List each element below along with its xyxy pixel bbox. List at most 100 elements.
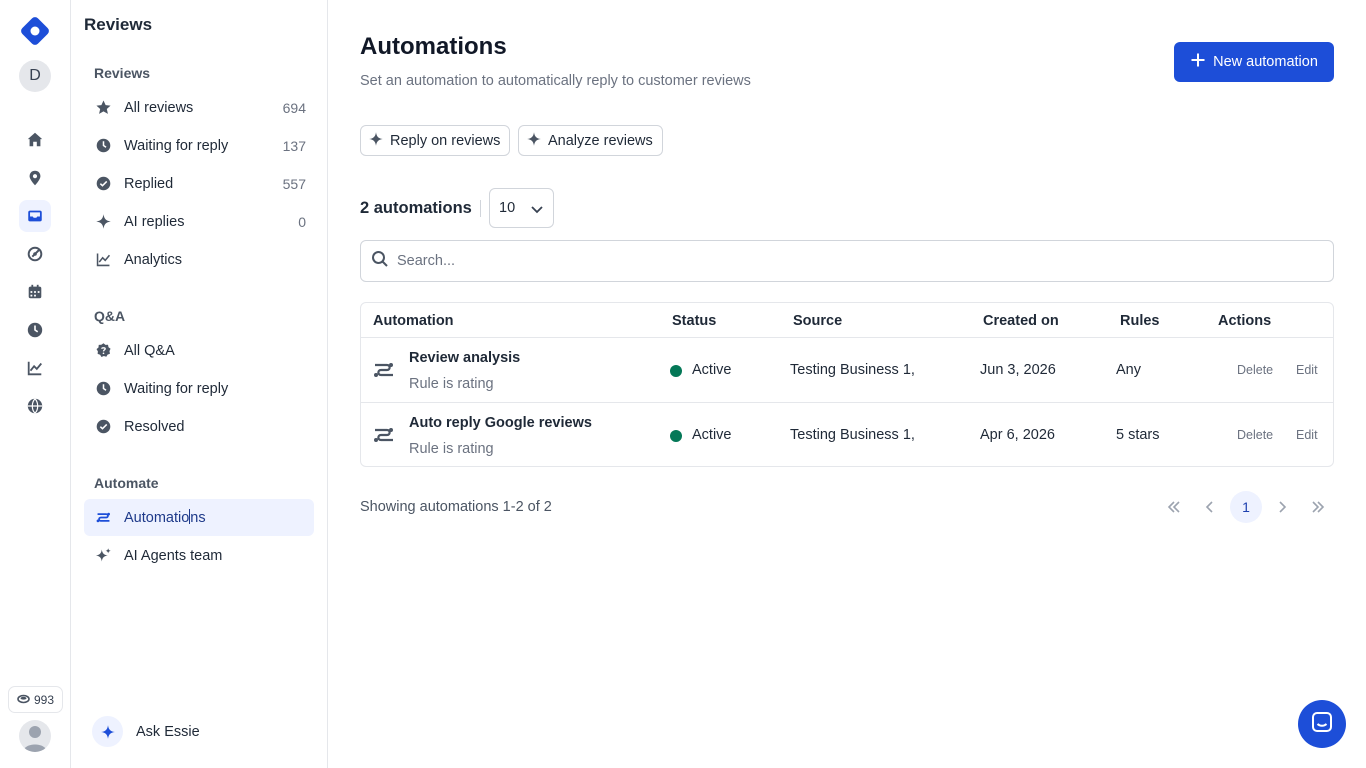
star-icon	[94, 99, 112, 117]
credits-count: 993	[33, 692, 55, 707]
section-qa: Q&A	[94, 308, 126, 324]
delete-button[interactable]: Delete	[1237, 363, 1273, 377]
sidebar-item-all-reviews[interactable]: All reviews 694	[84, 89, 314, 126]
edit-button[interactable]: Edit	[1296, 428, 1318, 442]
column-header: Actions	[1218, 313, 1272, 329]
table-row[interactable]: Auto reply Google reviews Rule is rating…	[361, 402, 1333, 466]
automation-icon	[373, 360, 395, 385]
status-dot	[670, 365, 682, 377]
section-automate: Automate	[94, 475, 159, 491]
calendar-icon[interactable]	[19, 276, 51, 308]
sidebar-item-count: 0	[298, 213, 306, 230]
source-cell: Testing Business 1,	[790, 427, 915, 443]
automation-name[interactable]: Auto reply Google reviews	[409, 415, 592, 431]
globe-icon[interactable]	[19, 390, 51, 422]
search-field[interactable]	[360, 240, 1334, 282]
automation-icon	[373, 425, 395, 450]
sidebar-item-resolved[interactable]: Resolved	[84, 408, 314, 445]
sidebar-item-qa-waiting-for-reply[interactable]: Waiting for reply	[84, 370, 314, 407]
first-page-icon[interactable]	[1158, 491, 1190, 523]
sidebar-item-count: 557	[282, 175, 306, 192]
page-title: Automations	[360, 33, 507, 60]
app-logo-icon[interactable]	[18, 14, 52, 48]
pagination-summary: Showing automations 1-2 of 2	[360, 499, 552, 515]
sidebar-item-replied[interactable]: Replied 557	[84, 165, 314, 202]
previous-page-icon[interactable]	[1194, 491, 1226, 523]
sidebar-item-label: All Q&A	[124, 342, 175, 359]
plus-icon	[1190, 52, 1206, 72]
search-icon	[371, 250, 389, 273]
automation-count: 2 automations	[360, 199, 472, 217]
ask-essie-label: Ask Essie	[136, 723, 200, 740]
credits-icon	[17, 693, 30, 707]
chip-label: Analyze reviews	[548, 132, 653, 149]
chevron-down-icon	[531, 206, 543, 214]
sparkle-icon	[94, 213, 112, 231]
automation-icon	[94, 509, 112, 527]
analyze-reviews-chip[interactable]: Analyze reviews	[518, 125, 663, 156]
table-header: Automation Status Source Created on Rule…	[361, 303, 1333, 338]
sidebar-item-ai-agents-team[interactable]: AI Agents team	[84, 537, 314, 574]
main-content: Automations Set an automation to automat…	[328, 0, 1366, 768]
automation-name[interactable]: Review analysis	[409, 350, 520, 366]
status-label: Active	[692, 362, 732, 378]
sidebar-item-ai-replies[interactable]: AI replies 0	[84, 203, 314, 240]
created-cell: Apr 6, 2026	[980, 427, 1055, 443]
sidebar-item-label: AI Agents team	[124, 547, 223, 564]
question-badge-icon	[94, 342, 112, 360]
sidebar-item-count: 137	[282, 137, 306, 154]
section-reviews: Reviews	[94, 65, 151, 81]
sidebar-item-automations[interactable]: Automations	[84, 499, 314, 536]
table-row[interactable]: Review analysis Rule is rating Active Te…	[361, 338, 1333, 403]
column-header[interactable]: Created on	[983, 313, 1059, 329]
rules-cell: 5 stars	[1116, 427, 1160, 443]
ask-essie-button[interactable]: Ask Essie	[92, 716, 200, 747]
delete-button[interactable]: Delete	[1237, 428, 1273, 442]
chat-launcher-button[interactable]	[1298, 700, 1346, 748]
credits-badge[interactable]: 993	[8, 686, 63, 713]
sidebar-item-waiting-for-reply[interactable]: Waiting for reply 137	[84, 127, 314, 164]
sidebar-title: Reviews	[84, 15, 153, 34]
page-button-current[interactable]: 1	[1230, 491, 1262, 523]
sidebar-item-label: Waiting for reply	[124, 380, 229, 397]
sidebar-item-analytics[interactable]: Analytics	[84, 241, 314, 278]
per-page-select[interactable]: 10	[489, 188, 554, 228]
location-pin-icon[interactable]	[19, 162, 51, 194]
search-input[interactable]	[397, 253, 1297, 269]
chip-label: Reply on reviews	[390, 132, 501, 149]
sparkle-icon	[92, 716, 123, 747]
divider	[480, 200, 481, 217]
column-header[interactable]: Source	[793, 313, 842, 329]
sidebar-item-label: All reviews	[124, 99, 194, 116]
check-circle-icon	[94, 175, 112, 193]
column-header[interactable]: Status	[672, 313, 716, 329]
clock-icon[interactable]	[19, 314, 51, 346]
icon-rail: D 993	[0, 0, 71, 768]
chart-icon[interactable]	[19, 352, 51, 384]
sidebar-item-label: Replied	[124, 175, 174, 192]
created-cell: Jun 3, 2026	[980, 362, 1056, 378]
tag-icon[interactable]	[19, 238, 51, 270]
new-automation-button[interactable]: New automation	[1174, 42, 1334, 82]
reply-on-reviews-chip[interactable]: Reply on reviews	[360, 125, 511, 156]
sidebar-item-all-qa[interactable]: All Q&A	[84, 332, 314, 369]
user-avatar[interactable]	[19, 720, 51, 752]
sidebar-item-count: 694	[282, 99, 306, 116]
chat-icon	[1310, 710, 1334, 739]
sidebar-item-label: Automations	[124, 509, 206, 526]
column-header[interactable]: Rules	[1120, 313, 1160, 329]
rules-cell: Any	[1116, 362, 1141, 378]
sidebar-item-label: AI replies	[124, 213, 185, 230]
next-page-icon[interactable]	[1266, 491, 1298, 523]
automations-table: Automation Status Source Created on Rule…	[360, 302, 1334, 467]
last-page-icon[interactable]	[1302, 491, 1334, 523]
home-icon[interactable]	[19, 124, 51, 156]
workspace-avatar[interactable]: D	[19, 60, 51, 92]
edit-button[interactable]: Edit	[1296, 363, 1318, 377]
column-header[interactable]: Automation	[373, 313, 454, 329]
inbox-icon[interactable]	[19, 200, 51, 232]
status-dot	[670, 430, 682, 442]
reviews-sidebar: Reviews Reviews All reviews 694 Waiting …	[71, 0, 328, 768]
source-cell: Testing Business 1,	[790, 362, 915, 378]
sidebar-item-label: Waiting for reply	[124, 137, 229, 154]
